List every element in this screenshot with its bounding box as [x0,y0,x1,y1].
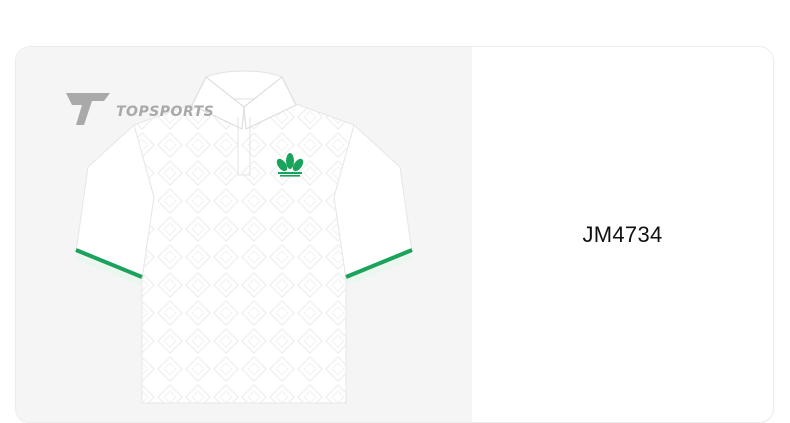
topsports-logo-icon [66,93,110,125]
product-card[interactable]: TOPSPORTS JM4734 [16,47,773,422]
topsports-watermark: TOPSPORTS [64,89,214,127]
product-info: JM4734 [472,47,773,422]
product-sku: JM4734 [582,221,663,247]
product-image[interactable]: TOPSPORTS [16,47,472,422]
watermark-text: TOPSPORTS [116,104,215,120]
